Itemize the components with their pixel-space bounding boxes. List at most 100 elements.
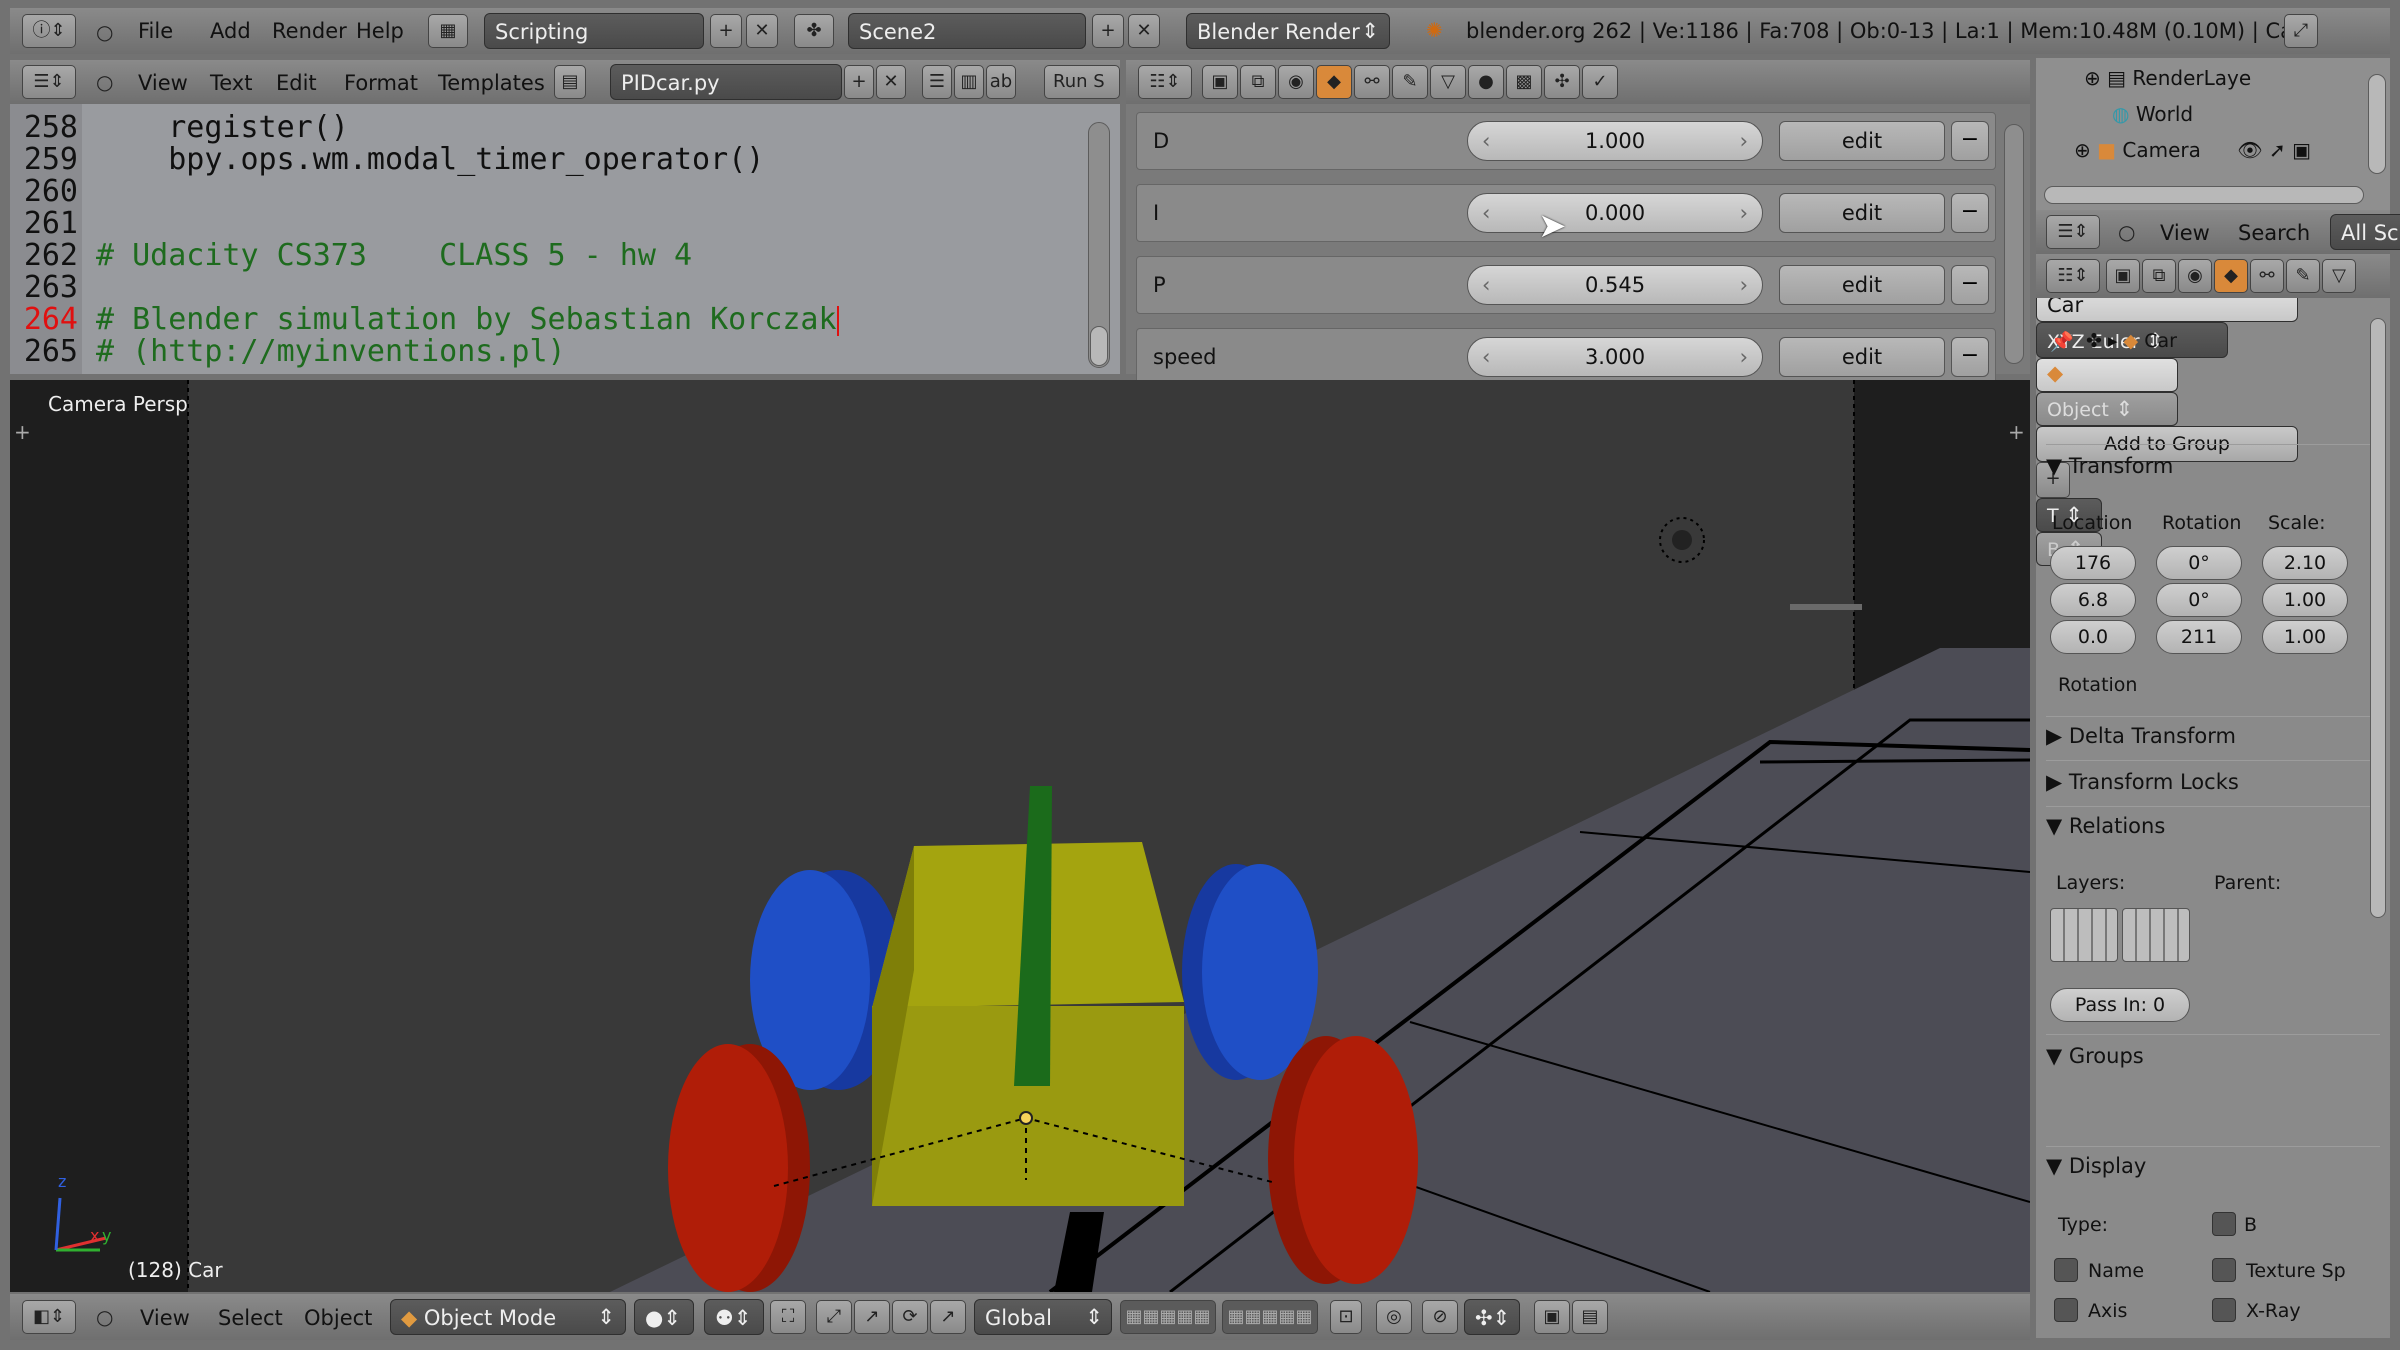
menu-format[interactable]: Format <box>344 71 418 95</box>
menu-edit[interactable]: Edit <box>276 71 317 95</box>
texture-context-icon[interactable]: ▩ <box>1506 65 1542 99</box>
scene-selector[interactable]: Scene2 <box>848 13 1086 49</box>
menu-text[interactable]: Text <box>210 71 252 95</box>
render-opengl-icon[interactable]: ▣ <box>1534 1300 1570 1334</box>
material-context-icon[interactable]: ● <box>1468 65 1504 99</box>
word-wrap-toggle-icon[interactable]: ▥ <box>954 65 984 99</box>
snap-toggle-icon[interactable]: ⊘ <box>1422 1300 1458 1334</box>
layout-selector[interactable]: Scripting <box>484 13 704 49</box>
render-context-icon[interactable]: ▣ <box>2106 259 2140 293</box>
properties-scrollbar[interactable] <box>2004 124 2024 364</box>
parent-field[interactable]: ◆ <box>2036 358 2178 392</box>
outliner-item-render-layers[interactable]: ⊕ ▤ RenderLaye <box>2084 66 2251 90</box>
decrement-arrow-icon[interactable]: ‹ <box>1482 266 1490 304</box>
manipulator-space-icon[interactable]: ↗ <box>930 1300 966 1334</box>
properties-scrollbar[interactable] <box>2370 318 2386 918</box>
layout-icon[interactable]: ▦ <box>428 14 468 48</box>
display-mode-dropdown[interactable]: All Sc <box>2330 214 2400 250</box>
text-editor[interactable]: 258 259 260 261 262 263 264 265 register… <box>10 104 1120 374</box>
panel-header-transform-locks[interactable]: ▶ Transform Locks <box>2046 770 2376 794</box>
outliner-vscrollbar[interactable] <box>2368 74 2386 174</box>
name-checkbox[interactable] <box>2054 1258 2078 1282</box>
line-numbers-toggle-icon[interactable]: ☰ <box>922 65 952 99</box>
scene-context-icon[interactable]: ◉ <box>2178 259 2212 293</box>
add-scene-button[interactable]: + <box>1092 14 1124 48</box>
increment-arrow-icon[interactable]: › <box>1740 194 1748 232</box>
3d-view-editor-type-button[interactable]: ◧⇕ <box>22 1300 76 1334</box>
pivot-point-dropdown[interactable]: ⚉⇕ <box>704 1299 764 1335</box>
edit-property-button[interactable]: edit <box>1779 193 1945 233</box>
scale-z-field[interactable]: 1.00 <box>2262 620 2348 654</box>
menu-select[interactable]: Select <box>218 1306 283 1330</box>
menu-templates[interactable]: Templates <box>438 71 545 95</box>
outliner-item-camera[interactable]: ⊕ ■ Camera 👁 ➚ ▣ <box>2074 138 2311 162</box>
decrement-arrow-icon[interactable]: ‹ <box>1482 338 1490 376</box>
edit-property-button[interactable]: edit <box>1779 121 1945 161</box>
panel-header-delta-transform[interactable]: ▶ Delta Transform <box>2046 724 2376 748</box>
location-y-field[interactable]: 6.8 <box>2050 583 2136 617</box>
layer-grid-2[interactable] <box>2122 908 2190 962</box>
increment-arrow-icon[interactable]: › <box>1740 122 1748 160</box>
new-text-button[interactable]: + <box>844 65 874 99</box>
translate-manipulator-icon[interactable]: ⤢ <box>816 1300 852 1334</box>
collapse-icon[interactable]: ○ <box>96 70 113 94</box>
menu-view[interactable]: View <box>2160 221 2210 245</box>
rotation-x-field[interactable]: 0° <box>2156 546 2242 580</box>
outliner-hscrollbar[interactable] <box>2044 186 2364 204</box>
menu-object[interactable]: Object <box>304 1306 372 1330</box>
lock-camera-icon[interactable]: ⊡ <box>1330 1300 1362 1334</box>
render-animation-icon[interactable]: ▤ <box>1572 1300 1608 1334</box>
properties-editor-type-button[interactable]: ☷⇕ <box>2046 259 2100 293</box>
rotation-z-field[interactable]: 211 <box>2156 620 2242 654</box>
axis-checkbox[interactable] <box>2054 1298 2078 1322</box>
remove-scene-button[interactable]: ✕ <box>1128 14 1160 48</box>
object-context-icon[interactable]: ◆ <box>2214 259 2248 293</box>
render-layers-context-icon[interactable]: ⧉ <box>2142 259 2176 293</box>
3d-viewport[interactable]: Camera Persp + + z y x (128) Car <box>10 380 2030 1292</box>
remove-property-button[interactable]: − <box>1951 121 1989 161</box>
edit-property-button[interactable]: edit <box>1779 337 1945 377</box>
add-layout-button[interactable]: + <box>710 14 742 48</box>
panel-header-transform[interactable]: ▼ Transform <box>2046 454 2376 478</box>
physics-context-icon[interactable]: ✓ <box>1582 65 1618 99</box>
location-z-field[interactable]: 0.0 <box>2050 620 2136 654</box>
pass-index-field[interactable]: Pass In: 0 <box>2050 988 2190 1022</box>
scale-x-field[interactable]: 2.10 <box>2262 546 2348 580</box>
panel-header-relations[interactable]: ▼ Relations <box>2046 814 2376 838</box>
unlink-text-button[interactable]: ✕ <box>876 65 906 99</box>
layers-grid-1[interactable]: ▦▦▦▦▦ <box>1120 1300 1216 1334</box>
outliner-item-world[interactable]: ◍ World <box>2112 102 2193 126</box>
menu-view[interactable]: View <box>140 1306 190 1330</box>
code-area[interactable]: register() bpy.ops.wm.modal_timer_operat… <box>96 112 839 368</box>
remove-property-button[interactable]: − <box>1951 337 1989 377</box>
menu-help[interactable]: Help <box>356 19 404 43</box>
collapse-icon[interactable]: ○ <box>96 20 113 44</box>
menu-file[interactable]: File <box>138 19 173 43</box>
menu-render[interactable]: Render <box>272 19 347 43</box>
scene-icon[interactable]: ✤ <box>794 14 834 48</box>
manipulator-toggle-icon[interactable]: ⛶ <box>770 1300 806 1334</box>
render-engine-dropdown[interactable]: Blender Render ⇕ <box>1186 13 1390 49</box>
xray-checkbox[interactable] <box>2212 1298 2236 1322</box>
texture-space-checkbox[interactable] <box>2212 1258 2236 1282</box>
scene-context-icon[interactable]: ◉ <box>1278 65 1314 99</box>
render-context-icon[interactable]: ▣ <box>1202 65 1238 99</box>
scale-y-field[interactable]: 1.00 <box>2262 583 2348 617</box>
menu-add[interactable]: Add <box>210 19 251 43</box>
modifiers-context-icon[interactable]: ✎ <box>1392 65 1428 99</box>
text-datablock-icon[interactable]: ▤ <box>554 65 586 99</box>
bounds-checkbox[interactable] <box>2212 1212 2236 1236</box>
property-value-field[interactable]: ‹ 1.000 › <box>1467 121 1763 161</box>
edit-property-button[interactable]: edit <box>1779 265 1945 305</box>
rotate-manipulator-icon[interactable]: ↗ <box>854 1300 890 1334</box>
pin-icon[interactable]: 📌 <box>2050 330 2074 353</box>
mode-dropdown[interactable]: ◆ Object Mode ⇕ <box>390 1299 626 1335</box>
rotation-y-field[interactable]: 0° <box>2156 583 2242 617</box>
outliner-editor-type-button[interactable]: ☰⇕ <box>2046 215 2100 249</box>
properties-editor-type-button[interactable]: ☷⇕ <box>1138 65 1192 99</box>
constraints-context-icon[interactable]: ⚯ <box>2250 259 2284 293</box>
mesh-data-context-icon[interactable]: ▽ <box>1430 65 1466 99</box>
proportional-edit-icon[interactable]: ◎ <box>1376 1300 1412 1334</box>
info-editor-type-button[interactable]: ⓘ⇕ <box>22 14 76 48</box>
property-value-field[interactable]: ‹ 3.000 › <box>1467 337 1763 377</box>
